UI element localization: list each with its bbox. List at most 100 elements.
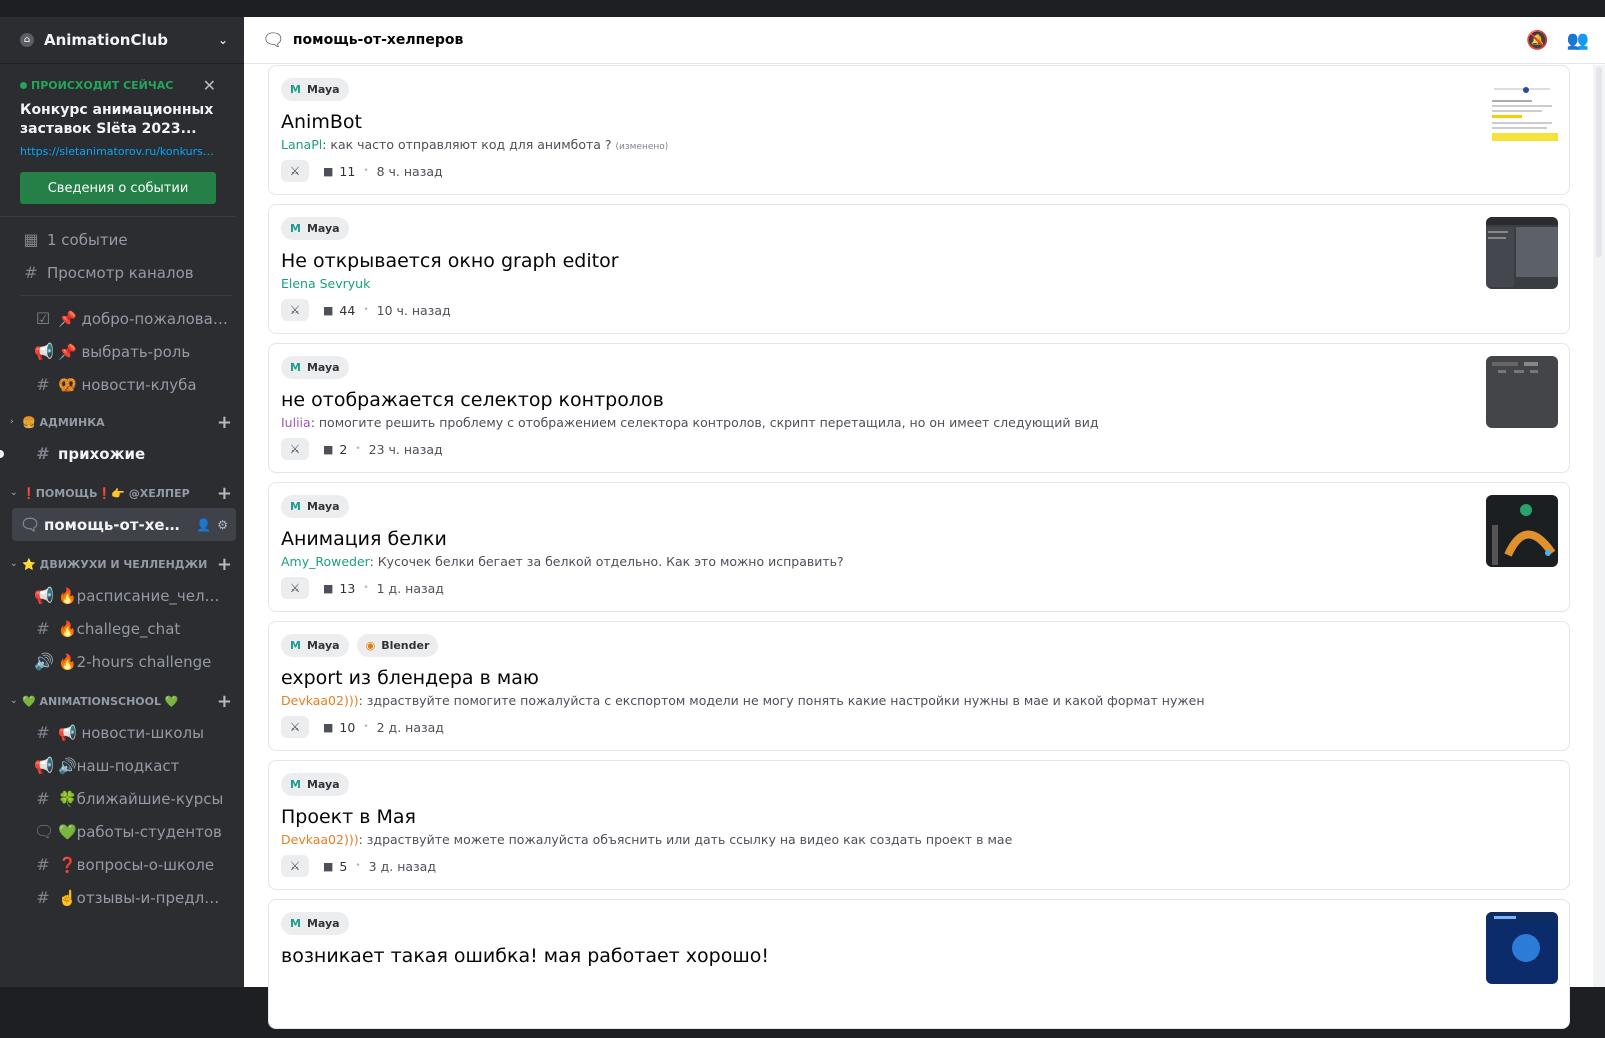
post-tag[interactable]: M Maya xyxy=(281,356,349,379)
post-tag[interactable]: ◉ Blender xyxy=(356,634,439,657)
plus-icon[interactable]: + xyxy=(217,412,232,433)
forum-post[interactable]: M Maya Анимация белки Amy_Roweder: Кусочек … xyxy=(268,482,1570,612)
post-tag[interactable]: M Maya xyxy=(281,912,349,935)
post-author[interactable]: Devkaa02))) xyxy=(281,693,359,708)
reaction-swords-icon[interactable]: ⚔ xyxy=(281,160,309,182)
channel-label: 🔥challege_chat xyxy=(58,619,181,638)
home-icon: ⌂ xyxy=(20,33,34,47)
channel-school-news[interactable]: # 📢 новости-школы xyxy=(12,716,236,749)
event-details-button[interactable]: Сведения о событии xyxy=(20,172,216,204)
post-tag[interactable]: M Maya xyxy=(281,495,349,518)
category-events[interactable]: ⌄ ⭐ ДВИЖУХИ И ЧЕЛЛЕНДЖИ + xyxy=(0,549,244,579)
post-title[interactable]: AnimBot xyxy=(281,110,1557,134)
forum-post[interactable]: M Maya возникает такая ошибка! мая работае… xyxy=(268,899,1570,1029)
plus-icon[interactable]: + xyxy=(217,691,232,712)
post-tag[interactable]: M Maya xyxy=(281,78,349,101)
tag-label: Maya xyxy=(306,917,340,930)
channel-welcome[interactable]: ☑ 📌 добро-пожаловать xyxy=(12,302,236,335)
channel-club-news[interactable]: # 🥨 новости-клуба xyxy=(12,368,236,401)
channel-challenge-schedule[interactable]: 📢 🔥расписание_челленжа xyxy=(12,579,236,612)
channel-choose-role[interactable]: 📢 📌 выбрать-роль xyxy=(12,335,236,368)
event-link[interactable]: https://sletanimatorov.ru/konkurs?ut... xyxy=(20,145,216,158)
reaction-swords-icon[interactable]: ⚔ xyxy=(281,299,309,321)
message-count: ■ 44 xyxy=(323,303,355,318)
tag-label: Maya xyxy=(306,222,340,235)
reaction-swords-icon[interactable]: ⚔ xyxy=(281,577,309,599)
chevron-down-icon[interactable]: ⌄ xyxy=(218,33,228,47)
chevron-right-icon: › xyxy=(10,417,14,427)
separator-dot: • xyxy=(363,305,369,315)
post-thumbnail[interactable] xyxy=(1486,217,1558,289)
post-thumbnail[interactable] xyxy=(1486,78,1558,150)
forum-post[interactable]: M Maya ◉ Blender export из блендера в маю Dev… xyxy=(268,621,1570,751)
maya-icon: M xyxy=(290,917,301,930)
channel-school-questions[interactable]: # ❓вопросы-о-школе xyxy=(12,848,236,881)
post-title[interactable]: не отображается селектор контролов xyxy=(281,388,1557,412)
post-author[interactable]: Elena Sevryuk xyxy=(281,276,370,291)
forum-icon: 🗨 xyxy=(262,29,285,51)
channel-header: 🗨 помощь-от-хелперов 🔕 👥 xyxy=(244,17,1605,64)
category-admin[interactable]: › 🍔 АДМИНКА + xyxy=(0,407,244,437)
preview-text: : здраствуйте можете пожалуйста объяснит… xyxy=(358,832,1013,847)
scrollbar-thumb[interactable] xyxy=(1596,67,1602,257)
plus-icon[interactable]: + xyxy=(217,554,232,575)
channel-label: помощь-от-хелпе... xyxy=(44,515,190,534)
live-event-card: ПРОИСХОДИТ СЕЙЧАС ✕ Конкурс анимационных… xyxy=(0,64,236,217)
channel-challenge-chat[interactable]: # 🔥challege_chat xyxy=(12,612,236,645)
channel-feedback[interactable]: # ☝️отзывы-и-предложе... xyxy=(12,881,236,914)
events-nav-item[interactable]: ▦ 1 событие xyxy=(0,223,236,256)
server-header[interactable]: ⌂ AnimationClub ⌄ xyxy=(0,17,244,64)
channel-help-forum[interactable]: 🗨 помощь-от-хелпе... 👤 ⚙ xyxy=(12,508,236,541)
channel-2-hours-challenge[interactable]: 🔊 🔥2-hours challenge xyxy=(12,645,236,678)
post-author[interactable]: LanaPl xyxy=(281,137,322,152)
channel-hallway[interactable]: # прихожие xyxy=(0,437,236,470)
hash-icon: # xyxy=(36,723,50,742)
post-thumbnail[interactable] xyxy=(1486,912,1558,984)
reaction-swords-icon[interactable]: ⚔ xyxy=(281,438,309,460)
post-preview: LanaPl: как часто отправляют код для ани… xyxy=(281,137,1557,152)
post-thumbnail[interactable] xyxy=(1486,356,1558,428)
hash-icon: # xyxy=(36,855,50,874)
reaction-swords-icon[interactable]: ⚔ xyxy=(281,716,309,738)
separator-dot: • xyxy=(363,722,369,732)
post-tag[interactable]: M Maya xyxy=(281,634,349,657)
rules-icon: ☑ xyxy=(35,309,51,328)
member-list-icon[interactable]: 👥 xyxy=(1567,30,1589,51)
channel-student-works[interactable]: 🗨 💚работы-студентов xyxy=(12,815,236,848)
tag-label: Maya xyxy=(306,83,340,96)
announcement-icon: 📢 xyxy=(34,756,54,775)
post-title[interactable]: Анимация белки xyxy=(281,527,1557,551)
forum-post[interactable]: M Maya Проект в Мая Devkaa02))): здраствуйт… xyxy=(268,760,1570,890)
post-thumbnail[interactable] xyxy=(1486,495,1558,567)
post-tag[interactable]: M Maya xyxy=(281,217,349,240)
post-title[interactable]: Не открывается окно graph editor xyxy=(281,249,1557,273)
gear-icon[interactable]: ⚙ xyxy=(217,518,228,532)
close-icon[interactable]: ✕ xyxy=(203,76,216,95)
post-title[interactable]: Проект в Мая xyxy=(281,805,1557,829)
hash-icon: # xyxy=(36,375,50,394)
category-help[interactable]: ⌄ ❗ПОМОЩЬ❗👉 @ХЕЛПЕР + xyxy=(0,478,244,508)
post-title[interactable]: возникает такая ошибка! мая работает хор… xyxy=(281,944,1557,968)
reaction-swords-icon[interactable]: ⚔ xyxy=(281,855,309,877)
post-author[interactable]: Devkaa02))) xyxy=(281,832,359,847)
post-preview: Iuliia: помогите решить проблему с отобр… xyxy=(281,415,1557,430)
post-title[interactable]: export из блендера в маю xyxy=(281,666,1557,690)
channel-podcast[interactable]: 📢 🔊наш-подкаст xyxy=(12,749,236,782)
notifications-off-icon[interactable]: 🔕 xyxy=(1526,30,1548,51)
channel-label: 🔥2-hours challenge xyxy=(58,652,212,671)
category-school[interactable]: ⌄ 💚 ANIMATIONSCHOOL 💚 + xyxy=(0,686,244,716)
browse-channels-nav-item[interactable]: # Просмотр каналов xyxy=(0,256,236,289)
forum-post[interactable]: M Maya не отображается селектор контролов I… xyxy=(268,343,1570,473)
post-tag[interactable]: M Maya xyxy=(281,773,349,796)
add-member-icon[interactable]: 👤 xyxy=(196,518,211,532)
separator-dot: • xyxy=(363,166,369,176)
forum-post[interactable]: M Maya AnimBot LanaPl: как часто отправляют… xyxy=(268,65,1570,195)
forum-post[interactable]: M Maya Не открывается окно graph editor Ele… xyxy=(268,204,1570,334)
message-count-value: 5 xyxy=(339,858,348,874)
post-author[interactable]: Amy_Roweder xyxy=(281,554,370,569)
forum-icon: 🗨 xyxy=(34,822,55,841)
post-author[interactable]: Iuliia xyxy=(281,415,311,430)
plus-icon[interactable]: + xyxy=(217,483,232,504)
category-label: ⭐ ДВИЖУХИ И ЧЕЛЛЕНДЖИ xyxy=(22,557,208,571)
channel-upcoming-courses[interactable]: # 🍀ближайшие-курсы xyxy=(12,782,236,815)
